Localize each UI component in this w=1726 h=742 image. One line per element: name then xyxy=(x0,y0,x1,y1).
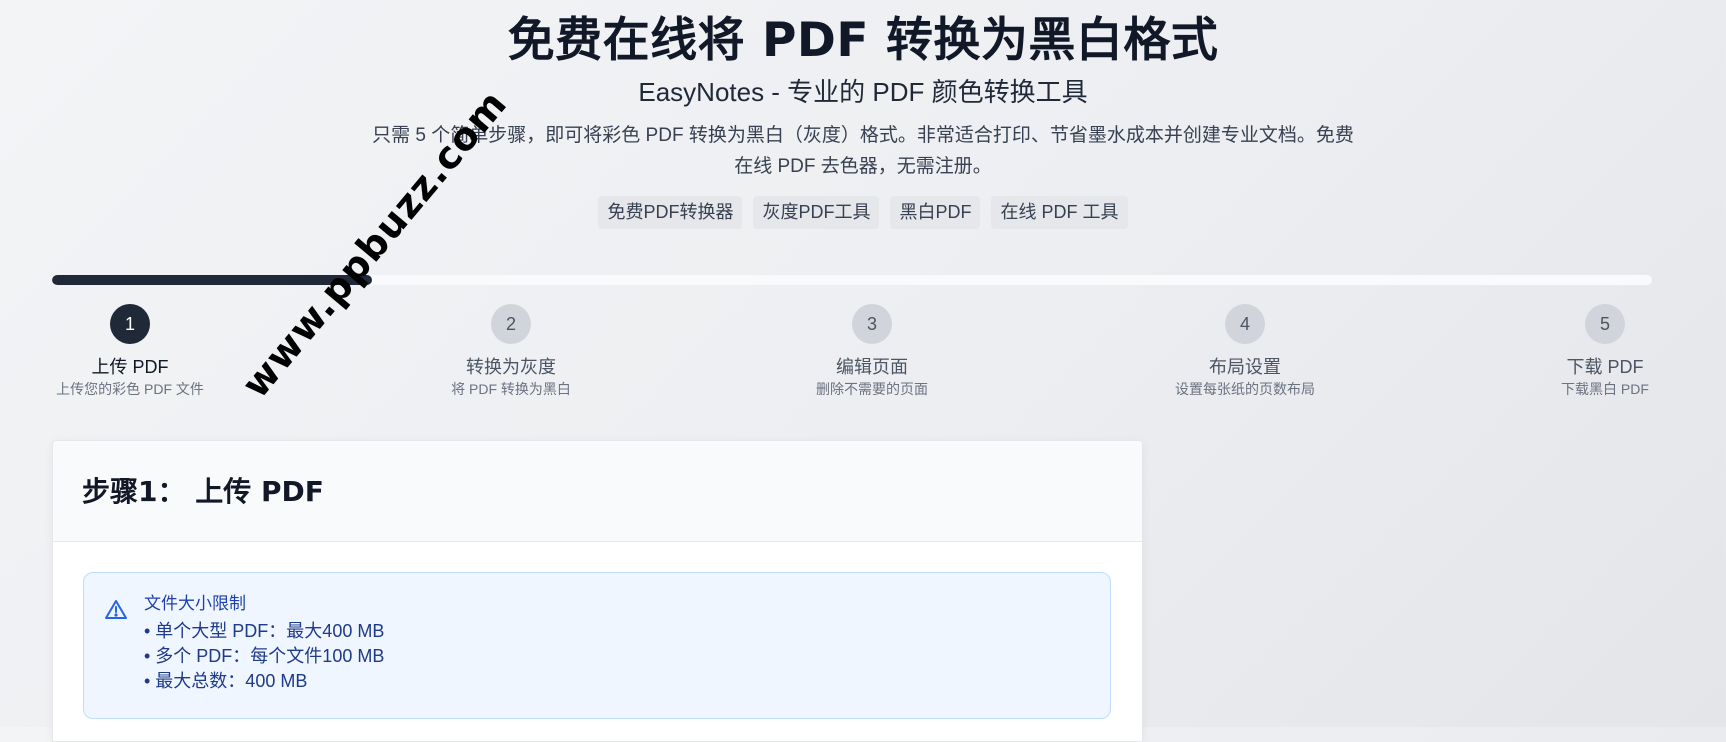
card-header: 步骤1： 上传 PDF xyxy=(53,441,1142,542)
tag-list: 免费PDF转换器 灰度PDF工具 黑白PDF 在线 PDF 工具 xyxy=(0,196,1726,229)
step-title: 编辑页面 xyxy=(836,357,908,377)
step-download[interactable]: 5 下载 PDF 下载黑白 PDF xyxy=(1485,304,1725,398)
list-item: • 单个大型 PDF：最大400 MB xyxy=(144,621,385,641)
step-number-badge: 2 xyxy=(491,304,531,344)
tag: 黑白PDF xyxy=(890,196,981,229)
upload-card: 步骤1： 上传 PDF 文件大小限制 • 单个大型 PDF：最大400 MB •… xyxy=(52,440,1143,742)
progress-bar xyxy=(52,275,1652,285)
step-number-badge: 5 xyxy=(1585,304,1625,344)
file-size-notice: 文件大小限制 • 单个大型 PDF：最大400 MB • 多个 PDF：每个文件… xyxy=(83,572,1111,719)
page-subtitle: EasyNotes - 专业的 PDF 颜色转换工具 xyxy=(638,77,1088,107)
step-description: 设置每张纸的页数布局 xyxy=(1175,381,1315,397)
warning-triangle-icon xyxy=(105,600,127,619)
tag: 灰度PDF工具 xyxy=(753,196,880,229)
step-number-badge: 4 xyxy=(1225,304,1265,344)
step-upload[interactable]: 1 上传 PDF 上传您的彩色 PDF 文件 xyxy=(10,304,250,398)
tag: 在线 PDF 工具 xyxy=(991,196,1128,229)
step-description: 下载黑白 PDF xyxy=(1561,381,1649,397)
notice-title: 文件大小限制 xyxy=(144,594,246,613)
step-title: 布局设置 xyxy=(1209,357,1281,377)
list-item: • 最大总数：400 MB xyxy=(144,671,308,691)
list-item: • 多个 PDF：每个文件100 MB xyxy=(144,646,385,666)
step-grayscale[interactable]: 2 转换为灰度 将 PDF 转换为黑白 xyxy=(391,304,631,398)
notice-list: • 单个大型 PDF：最大400 MB • 多个 PDF：每个文件100 MB … xyxy=(144,619,384,694)
page-title: 免费在线将 PDF 转换为黑白格式 xyxy=(507,13,1219,68)
step-layout[interactable]: 4 布局设置 设置每张纸的页数布局 xyxy=(1125,304,1365,398)
step-description: 删除不需要的页面 xyxy=(816,381,928,397)
step-number-badge: 3 xyxy=(852,304,892,344)
step-edit-pages[interactable]: 3 编辑页面 删除不需要的页面 xyxy=(752,304,992,398)
step-description: 上传您的彩色 PDF 文件 xyxy=(56,381,204,397)
step-title: 下载 PDF xyxy=(1566,357,1644,377)
step-description: 将 PDF 转换为黑白 xyxy=(451,381,571,397)
page-description: 只需 5 个简单步骤，即可将彩色 PDF 转换为黑白（灰度）格式。非常适合打印、… xyxy=(372,125,1354,177)
step-title: 上传 PDF xyxy=(91,357,169,377)
step-title: 转换为灰度 xyxy=(466,357,556,377)
step-heading: 步骤1： 上传 PDF xyxy=(82,475,324,508)
step-number-badge: 1 xyxy=(110,304,150,344)
tag: 免费PDF转换器 xyxy=(598,196,743,229)
